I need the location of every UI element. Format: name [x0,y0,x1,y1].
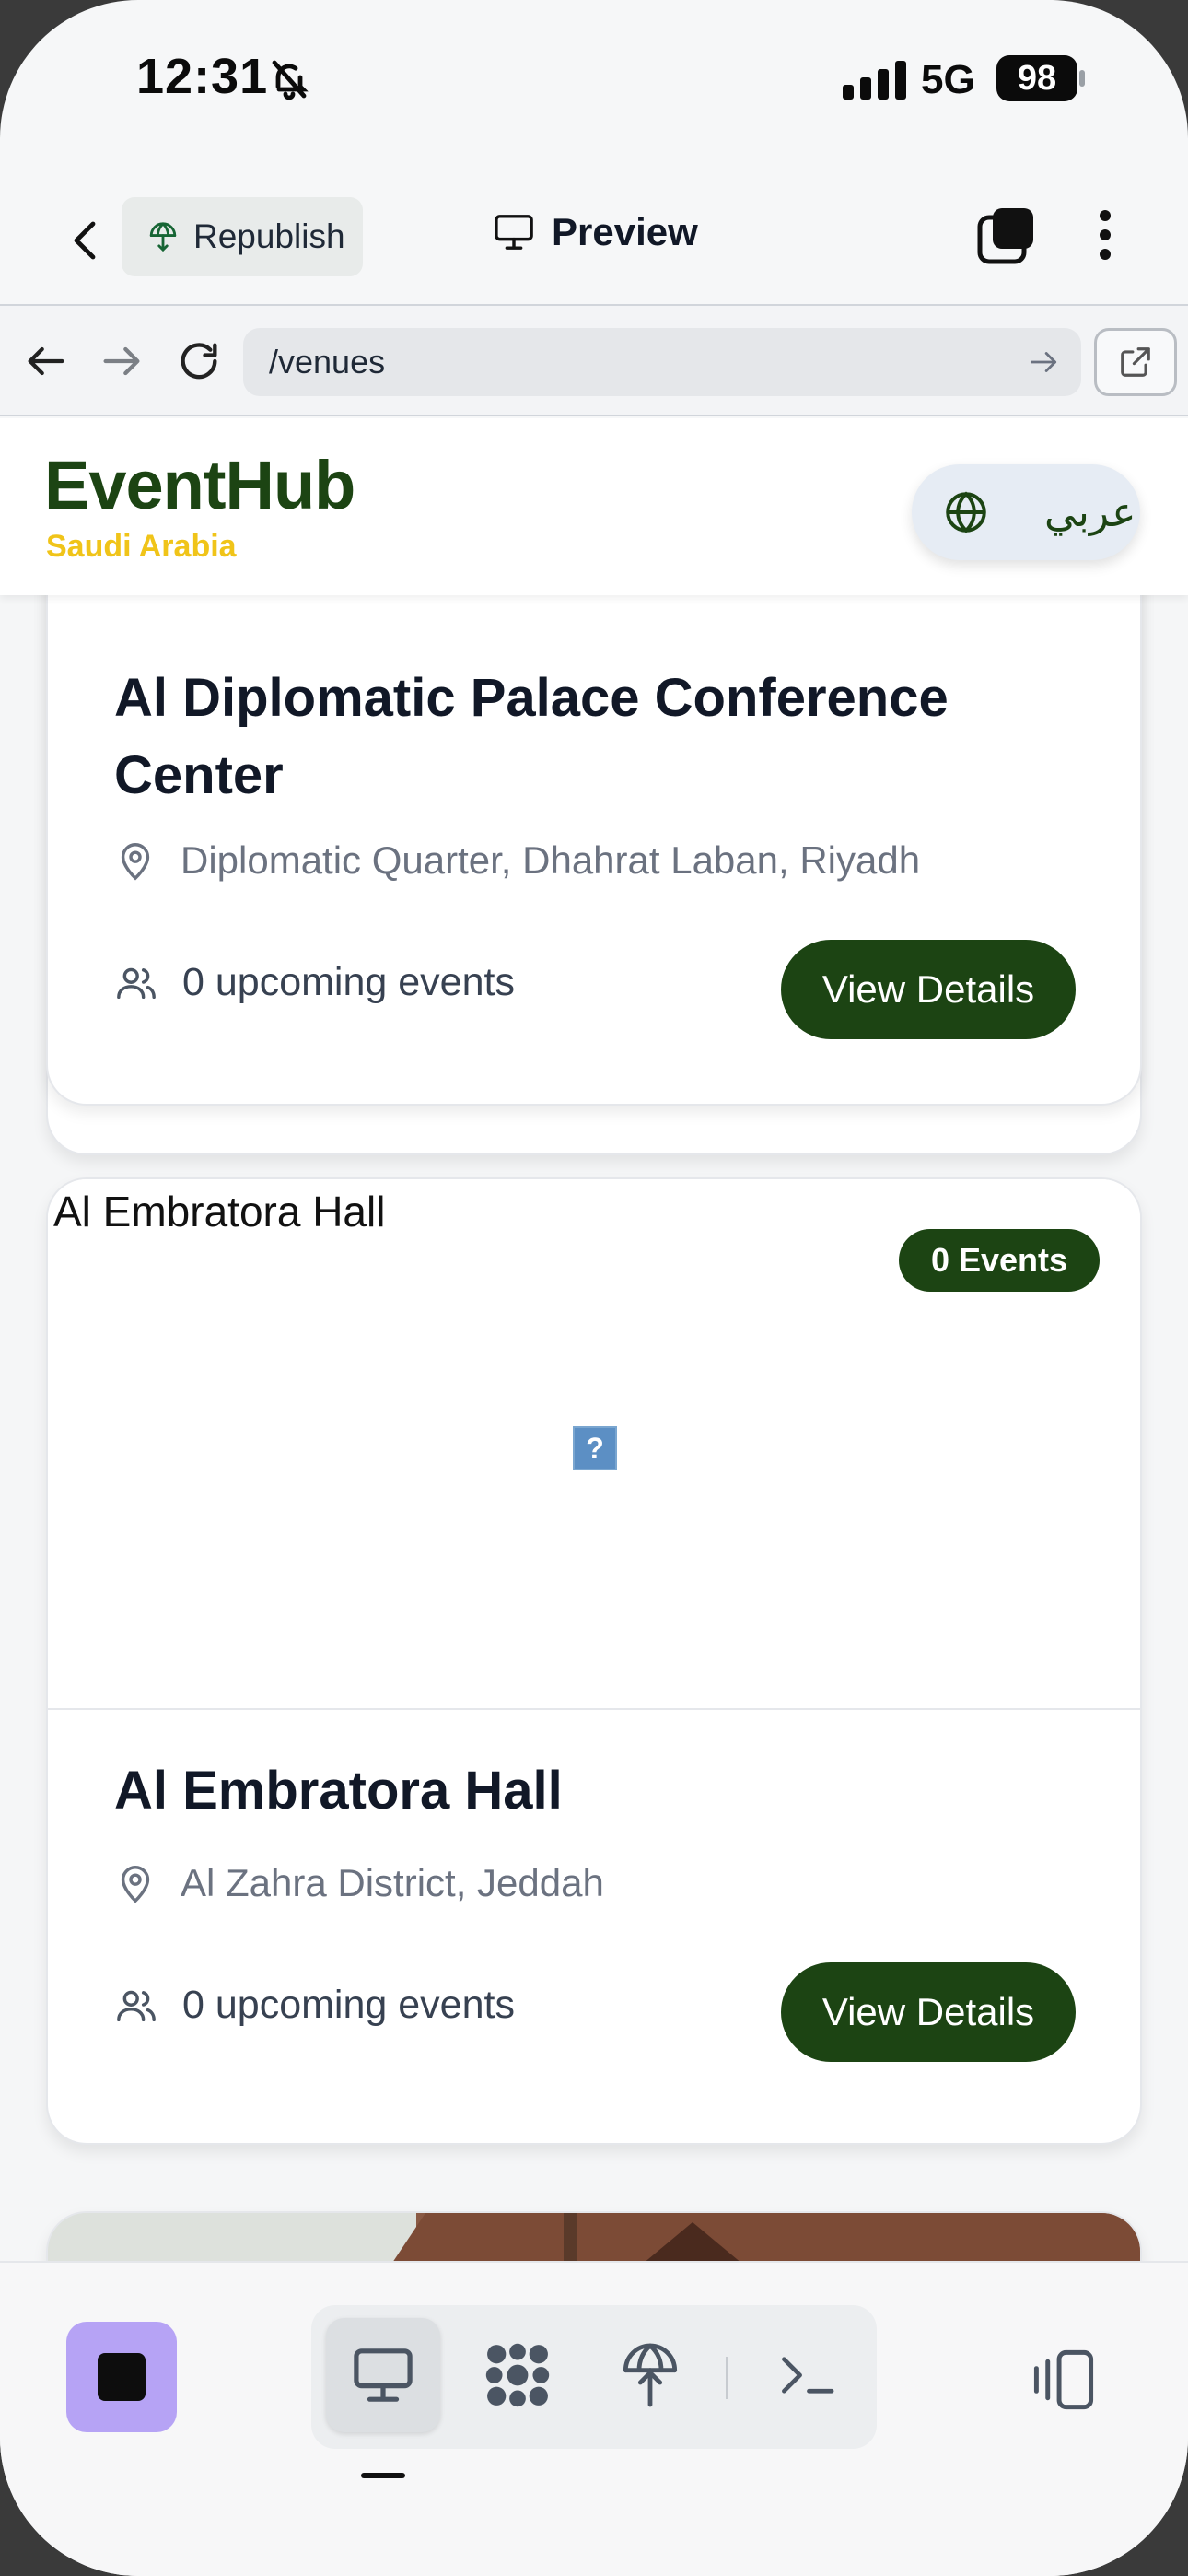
desktop-view-button[interactable] [326,2318,440,2432]
view-details-button[interactable]: View Details [781,1962,1076,2062]
back-button[interactable] [55,210,116,271]
venue-2-image[interactable]: Al Embratora Hall 0 Events ? [48,1179,1140,1710]
venue-2-events: 0 upcoming events [114,1983,515,2028]
url-input[interactable]: /venues [243,328,1081,396]
active-indicator [361,2473,405,2478]
stop-icon [98,2353,146,2401]
status-bar: 12:31 5G 98 [0,0,1188,166]
brand-subtitle: Saudi Arabia [46,529,237,564]
deploy-icon [623,2343,678,2407]
venue-2-name: Al Embratora Hall [114,1761,563,1821]
events-count-badge: 0 Events [899,1229,1100,1292]
terminal-icon [782,2357,834,2394]
tabs-icon[interactable] [976,205,1037,265]
view-details-button[interactable]: View Details [781,940,1076,1039]
web-viewport: Al Diplomatic Palace Conference Center D… [0,418,1188,2261]
language-label: عربي [1044,488,1136,536]
bell-slash-icon [272,60,309,100]
brand-logo[interactable]: EventHub [44,446,355,524]
back-icon [74,221,96,260]
republish-icon [149,222,177,252]
roof-image [48,2213,1140,2261]
browser-url-bar: /venues [0,304,1188,416]
deploy-button[interactable] [593,2318,707,2432]
venue-2-events-text: 0 upcoming events [182,1983,515,2027]
view-mode-switcher [311,2305,877,2449]
more-dot [1100,210,1111,221]
monitor-icon [495,215,533,250]
more-icon[interactable] [1087,203,1124,267]
map-pin-icon [121,1866,150,1903]
venue-1-location: Diplomatic Quarter, Dhahrat Laban, Riyad… [114,838,920,883]
venue-2-location: Al Zahra District, Jeddah [114,1861,604,1905]
bottom-dock [0,2261,1188,2576]
venue-2-location-text: Al Zahra District, Jeddah [181,1861,604,1904]
globe-icon [946,491,986,533]
language-toggle-button[interactable]: عربي [912,464,1140,560]
arrow-right-icon[interactable] [98,337,146,385]
apps-icon [485,2343,550,2407]
desktop-icon [354,2348,413,2402]
stop-button[interactable] [66,2322,177,2432]
more-dot [1100,229,1111,240]
republish-button[interactable]: Republish [122,197,363,276]
map-pin-icon [121,843,150,881]
url-text: /venues [269,343,386,381]
battery-cap [1079,70,1085,87]
open-external-button[interactable] [1094,328,1177,396]
arrow-left-icon[interactable] [22,337,70,385]
signal-icon [843,61,906,100]
terminal-button[interactable] [750,2318,864,2432]
users-icon [117,967,156,999]
venue-1-events: 0 upcoming events [114,960,515,1005]
broken-image-icon: ? [573,1426,617,1470]
venue-2-image-alt: Al Embratora Hall [53,1188,386,1235]
app-toolbar: Republish Preview [0,175,1188,304]
reload-icon[interactable] [175,337,223,385]
battery-indicator: 98 [996,55,1077,101]
venue-card-2: Al Embratora Hall 0 Events ? Al Embrator… [46,1177,1142,2145]
venue-1-name: Al Diplomatic Palace Conference Center [114,668,949,805]
network-label: 5G [921,57,975,102]
users-icon [117,1990,156,2021]
preview-tab[interactable]: Preview [493,210,698,254]
site-header: EventHub Saudi Arabia عربي [0,418,1188,595]
venue-1-location-text: Diplomatic Quarter, Dhahrat Laban, Riyad… [181,838,921,882]
external-link-icon [1121,347,1150,377]
apps-button[interactable] [460,2318,575,2432]
venue-1-events-text: 0 upcoming events [182,960,515,1004]
go-arrow-icon[interactable] [1026,345,1061,380]
more-dot [1100,249,1111,260]
phone-screen: 12:31 5G 98 Republish Preview /venues Al… [0,0,1188,2576]
venue-card-3-image[interactable] [46,2211,1142,2261]
republish-label: Republish [193,217,345,255]
status-time: 12:31 [136,49,269,104]
split-view-icon[interactable] [1030,2346,1098,2414]
preview-label: Preview [552,210,698,253]
segment-divider [726,2357,728,2399]
